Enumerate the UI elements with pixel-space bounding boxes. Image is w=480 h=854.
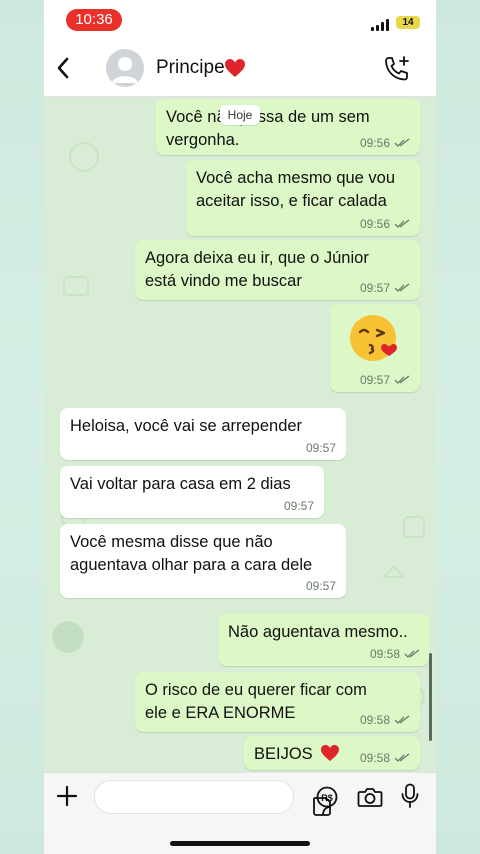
message-bubble[interactable]: Você não passa de um sem vergonha. 09:56 xyxy=(156,99,420,155)
message-time: 09:56 xyxy=(359,136,390,150)
message-meta: 09:57 xyxy=(306,579,336,593)
contact-name[interactable]: Principe xyxy=(156,57,225,79)
phone-screen: 10:36 14 Principe Você não passa de um s… xyxy=(44,0,436,854)
message-time: 09:57 xyxy=(359,373,390,387)
add-call-icon[interactable] xyxy=(382,54,412,84)
double-check-icon xyxy=(394,219,410,228)
double-check-icon xyxy=(394,715,410,724)
left-backdrop xyxy=(0,0,44,854)
message-bubble[interactable]: Não aguentava mesmo.. 09:58 xyxy=(218,614,430,666)
message-bubble[interactable]: Você acha mesmo que vou aceitar isso, e … xyxy=(186,160,420,236)
scrollbar[interactable] xyxy=(429,653,432,741)
heart-icon xyxy=(321,744,339,762)
battery-indicator: 14 xyxy=(396,16,420,29)
message-time: 09:58 xyxy=(359,751,390,765)
message-time: 09:58 xyxy=(359,713,390,727)
message-text: O risco de eu querer ficar com xyxy=(145,681,367,699)
message-text: Heloisa, você vai se arrepender xyxy=(70,417,303,435)
message-text: Você mesma disse que não xyxy=(70,533,273,551)
payment-icon[interactable]: R$ xyxy=(316,786,338,808)
message-time: 09:56 xyxy=(359,217,390,231)
double-check-icon xyxy=(394,753,410,762)
status-bar: 10:36 14 xyxy=(44,0,436,40)
message-meta: 09:57 xyxy=(306,441,336,455)
message-time: 09:57 xyxy=(305,579,336,593)
camera-icon[interactable] xyxy=(357,786,383,808)
message-meta: 09:56 xyxy=(360,217,410,231)
signal-icon xyxy=(371,19,391,31)
message-bubble[interactable]: Heloisa, você vai se arrepender 09:57 xyxy=(60,408,346,460)
message-bubble[interactable]: Vai voltar para casa em 2 dias 09:57 xyxy=(60,466,324,518)
message-input[interactable] xyxy=(94,780,331,816)
message-text: Você acha mesmo que vou xyxy=(196,169,396,187)
message-meta: 09:58 xyxy=(360,751,410,765)
message-bubble[interactable]: Agora deixa eu ir, que o Júnior está vin… xyxy=(135,240,420,300)
status-time: 10:36 xyxy=(66,9,122,31)
message-text: Não aguentava mesmo.. xyxy=(228,623,408,641)
message-list[interactable]: Você não passa de um sem vergonha. 09:56… xyxy=(44,97,436,772)
avatar[interactable] xyxy=(106,49,144,87)
double-check-icon xyxy=(404,649,420,658)
right-backdrop xyxy=(436,0,480,854)
message-meta: 09:58 xyxy=(360,713,410,727)
home-indicator[interactable] xyxy=(170,841,310,846)
message-bubble[interactable]: BEIJOS 09:58 xyxy=(244,736,420,770)
avatar-placeholder-icon xyxy=(112,57,138,83)
composer-bar: R$ xyxy=(44,772,436,854)
date-divider: Hoje xyxy=(220,105,260,125)
message-meta: 09:57 xyxy=(360,373,410,387)
kiss-emoji-icon xyxy=(350,315,397,361)
message-text: Vai voltar para casa em 2 dias xyxy=(70,475,291,493)
double-check-icon xyxy=(394,283,410,292)
message-time: 09:57 xyxy=(283,499,314,513)
message-time: 09:57 xyxy=(305,441,336,455)
heart-icon xyxy=(225,59,245,77)
svg-text:R$: R$ xyxy=(321,793,333,803)
message-time: 09:58 xyxy=(369,647,400,661)
message-meta: 09:57 xyxy=(284,499,314,513)
message-meta: 09:58 xyxy=(370,647,420,661)
message-text: Agora deixa eu ir, que o Júnior xyxy=(145,249,369,267)
message-bubble[interactable]: O risco de eu querer ficar com ele e ERA… xyxy=(135,672,420,732)
message-bubble[interactable]: Você mesma disse que não aguentava olhar… xyxy=(60,524,346,598)
message-bubble[interactable]: 09:57 xyxy=(330,304,420,392)
double-check-icon xyxy=(394,375,410,384)
message-text: BEIJOS xyxy=(254,745,313,763)
message-text: aguentava olhar para a cara dele xyxy=(70,556,313,574)
message-meta: 09:56 xyxy=(360,136,410,150)
message-text: Você não passa de um sem xyxy=(166,108,370,126)
back-icon[interactable] xyxy=(50,54,78,82)
double-check-icon xyxy=(394,138,410,147)
message-time: 09:57 xyxy=(359,281,390,295)
message-text: aceitar isso, e ficar calada xyxy=(196,192,387,210)
mic-icon[interactable] xyxy=(400,783,420,809)
message-meta: 09:57 xyxy=(360,281,410,295)
plus-icon[interactable] xyxy=(56,785,78,807)
chat-header: Principe xyxy=(44,40,436,97)
